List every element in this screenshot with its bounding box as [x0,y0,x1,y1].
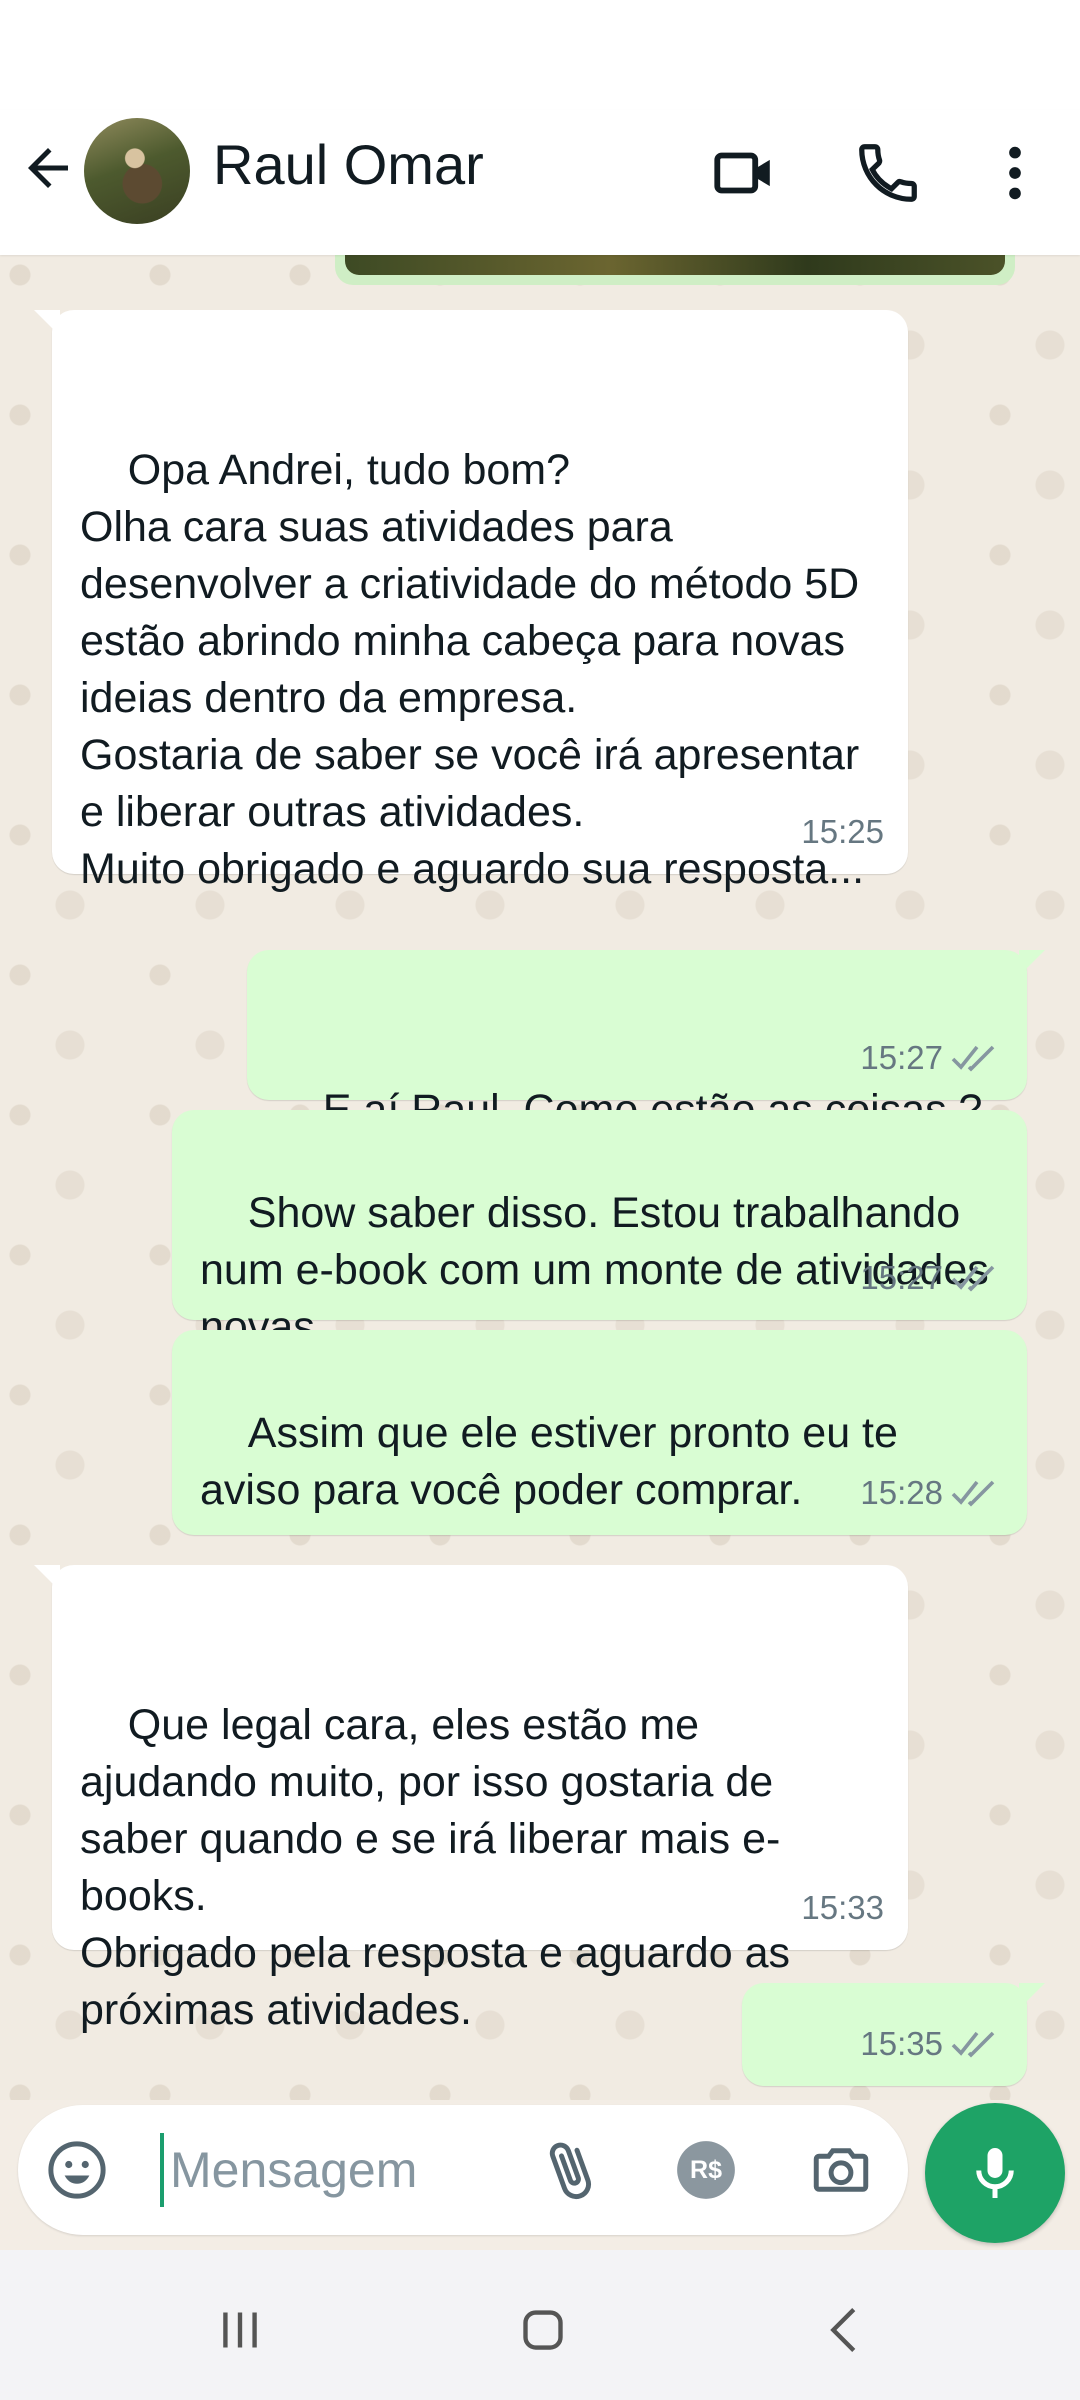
bubble-tail [34,1565,60,1591]
back-button[interactable] [18,138,78,198]
bubble-tail [34,310,60,336]
attach-button[interactable] [538,2137,604,2203]
message-bubble-outgoing[interactable]: Assim que ele estiver pronto eu te aviso… [172,1330,1027,1535]
back-nav-button[interactable] [810,2295,880,2365]
message-text: Assim que ele estiver pronto eu te aviso… [200,1409,910,1514]
message-bubble-incoming[interactable]: Que legal cara, eles estão me ajudando m… [34,1565,908,2034]
arrow-left-icon [28,148,68,188]
home-icon [523,2310,563,2350]
recent-apps-button[interactable] [205,2295,275,2365]
message-input[interactable] [160,2133,520,2207]
previous-image-message[interactable] [335,255,1015,285]
contact-name[interactable]: Raul Omar [213,132,484,197]
status-bar [0,0,1080,110]
message-bubble-outgoing[interactable]: E aí Raul. Como estão as coisas.? 15:27 [247,950,1045,1134]
bubble-tail [1019,1983,1045,2009]
message-time: 15:27 [860,1039,943,1076]
chat-header: Raul Omar [0,110,1080,255]
message-meta: 15:27 [860,1029,1003,1086]
video-camera-icon [714,152,770,194]
voice-call-button[interactable] [853,138,923,208]
message-text: Que legal cara, eles estão me ajudando m… [80,1701,790,2034]
message-time: 15:28 [860,1474,943,1511]
message-meta: 15:33 [801,1879,884,1936]
microphone-icon [976,2148,1014,2198]
double-check-icon [951,1480,995,1507]
more-vertical-icon [1009,146,1021,200]
voice-message-button[interactable] [925,2103,1065,2243]
bubble-tail [1019,950,1045,976]
avatar[interactable] [84,118,190,224]
message-bubble-outgoing[interactable]: Ok 15:35 [742,1983,1045,2086]
message-meta: 15:28 [860,1464,1003,1521]
paperclip-icon [549,2142,591,2200]
chat-area[interactable]: Opa Andrei, tudo bom? Olha cara suas ati… [0,255,1080,2100]
message-time: 15:25 [801,813,884,850]
camera-button[interactable] [808,2137,874,2203]
payment-label: R$ [690,2156,722,2184]
double-check-icon [951,1265,995,1292]
emoji-icon [48,2141,106,2199]
system-navigation-bar [0,2250,1080,2400]
double-check-icon [951,2031,995,2058]
message-time: 15:35 [860,2025,943,2062]
emoji-button[interactable] [44,2137,110,2203]
payment-button[interactable]: R$ [673,2137,739,2203]
image-thumbnail [345,255,1005,275]
message-bubble-incoming[interactable]: Opa Andrei, tudo bom? Olha cara suas ati… [34,310,908,893]
chevron-left-icon [830,2308,856,2352]
message-composer: R$ [18,2105,908,2235]
more-options-button[interactable] [980,138,1050,208]
video-call-button[interactable] [710,138,780,208]
camera-icon [813,2148,869,2192]
phone-icon [859,144,917,202]
home-button[interactable] [508,2295,578,2365]
message-meta: 15:25 [801,803,884,860]
message-time: 15:33 [801,1889,884,1926]
double-check-icon [951,1045,995,1072]
message-bubble-outgoing[interactable]: Show saber disso. Estou trabalhando num … [172,1110,1027,1351]
message-meta: 15:35 [860,2015,1003,2072]
message-time: 15:27 [860,1259,943,1296]
message-text: Opa Andrei, tudo bom? Olha cara suas ati… [80,446,865,893]
recent-apps-icon [223,2312,257,2348]
message-meta: 15:27 [860,1249,1003,1306]
